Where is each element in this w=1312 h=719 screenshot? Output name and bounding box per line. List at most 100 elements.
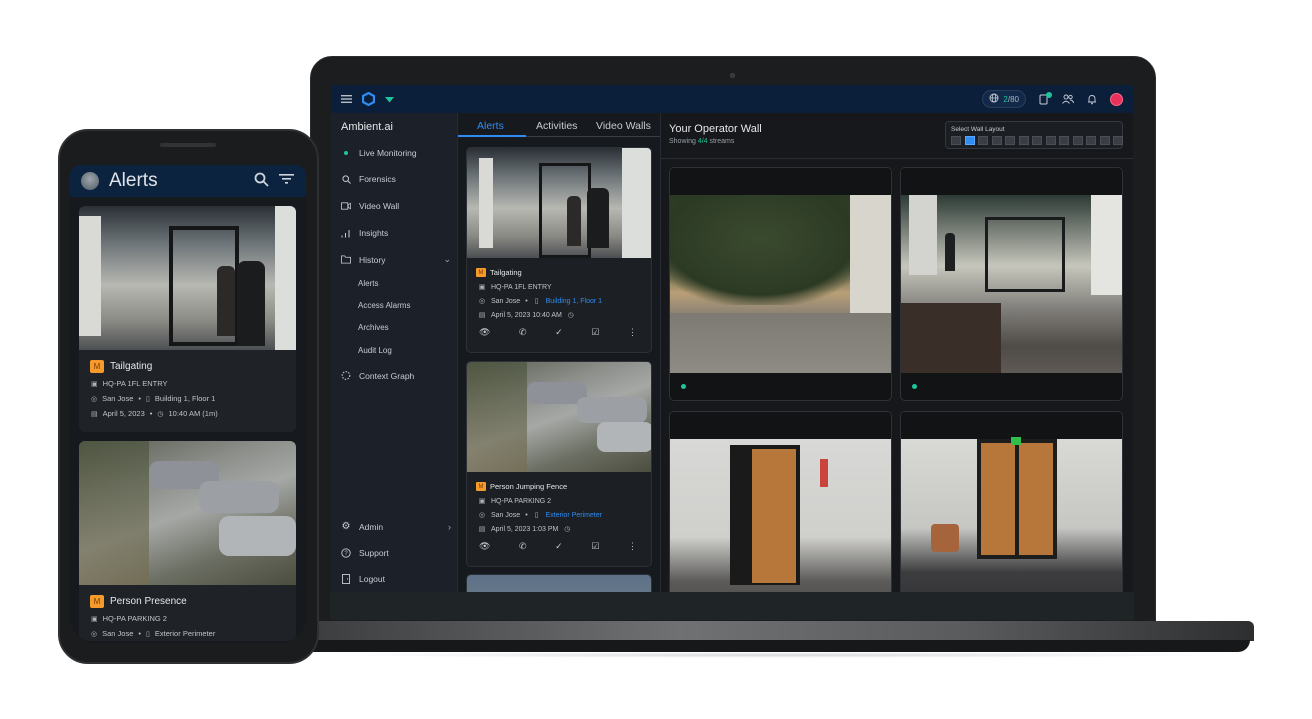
alert-thumbnail[interactable] [467, 575, 651, 592]
video-stream-tile[interactable] [900, 411, 1123, 592]
sidebar-item-label: Support [359, 548, 389, 558]
hexagon-logo-icon[interactable] [362, 92, 375, 106]
sidebar: Ambient.ai Live Monitoring Forensics Vid… [331, 113, 458, 592]
chevron-right-icon[interactable]: › [448, 522, 451, 532]
alert-thumbnail[interactable] [79, 206, 296, 350]
camera-icon: ▣ [91, 615, 98, 623]
alert-card[interactable]: M Tailgating ▣ HQ-PA 1FL ENTRY ◎ San Jose •… [466, 147, 652, 353]
wall-stream-count: Showing 4/4 streams [669, 138, 734, 145]
alert-card[interactable]: M Person Jumping Fence ▣ HQ-PA PARKING 2 … [466, 361, 652, 567]
check-icon[interactable]: ✓ [555, 541, 563, 552]
sidebar-item-admin[interactable]: ⚙ Admin › [341, 521, 451, 532]
stream-video[interactable] [670, 195, 891, 373]
tab-video-walls[interactable]: Video Walls [596, 120, 651, 136]
help-icon: ? [341, 548, 351, 558]
alert-thumbnail[interactable] [467, 362, 651, 472]
layout-option[interactable] [964, 136, 975, 145]
comment-icon[interactable]: ☑ [591, 541, 599, 552]
filter-icon[interactable] [279, 172, 294, 190]
layout-option[interactable] [1086, 136, 1096, 145]
video-stream-tile[interactable] [669, 411, 892, 592]
location-pin-icon: ◎ [91, 630, 98, 638]
users-icon[interactable] [1062, 94, 1074, 104]
alert-card[interactable] [466, 574, 652, 592]
phone-icon[interactable]: ✆ [519, 327, 527, 338]
tab-activities[interactable]: Activities [536, 120, 577, 136]
stream-header [901, 168, 1122, 195]
layout-option[interactable] [1072, 136, 1083, 145]
alert-site: San Jose [491, 297, 521, 305]
alert-thumbnail[interactable] [79, 441, 296, 585]
phone-speaker [160, 143, 216, 147]
laptop-base [296, 621, 1254, 641]
logout-icon [341, 574, 351, 584]
sidebar-subitem-access-alarms[interactable]: Access Alarms [358, 301, 410, 310]
sidebar-item-label: Live Monitoring [359, 148, 417, 158]
layout-option[interactable] [978, 136, 988, 145]
layout-option[interactable] [1045, 136, 1056, 145]
sidebar-item-video-wall[interactable]: Video Wall [341, 201, 451, 211]
sidebar-item-history[interactable]: History ⌄ [341, 254, 451, 265]
alert-site: San Jose [102, 394, 134, 403]
layout-option[interactable] [1005, 136, 1015, 145]
operator-wall: Your Operator Wall Showing 4/4 streams S… [661, 113, 1133, 592]
more-vertical-icon[interactable]: ⋮ [628, 541, 637, 552]
layout-option[interactable] [991, 136, 1002, 145]
sidebar-item-context-graph[interactable]: Context Graph [341, 370, 451, 381]
alert-location-link[interactable]: Building 1, Floor 1 [546, 298, 602, 305]
separator-dot: • [138, 394, 142, 403]
phone-icon[interactable]: ✆ [519, 541, 527, 552]
clock-icon: ◷ [564, 526, 571, 533]
sidebar-item-label: History [359, 254, 386, 265]
bell-icon[interactable] [1087, 94, 1097, 105]
mobile-alert-card[interactable]: M Tailgating ▣ HQ-PA 1FL ENTRY ◎ San Jose •… [79, 206, 296, 432]
stream-video[interactable] [670, 439, 891, 592]
check-icon[interactable]: ✓ [555, 327, 563, 338]
comment-icon[interactable]: ☑ [591, 327, 599, 338]
layout-option[interactable] [1032, 136, 1042, 145]
view-icon[interactable]: 👁 [479, 327, 490, 338]
more-vertical-icon[interactable]: ⋮ [628, 327, 637, 338]
active-tab-indicator [458, 135, 526, 137]
user-avatar[interactable] [1110, 92, 1123, 106]
sidebar-item-live-monitoring[interactable]: Live Monitoring [341, 148, 451, 158]
divider [661, 158, 1133, 159]
layout-label: Select Wall Layout [951, 126, 1005, 133]
layout-option[interactable] [1018, 136, 1029, 145]
sidebar-item-insights[interactable]: Insights [341, 228, 451, 238]
stream-header [670, 168, 891, 195]
stream-video[interactable] [901, 437, 1122, 592]
view-icon[interactable]: 👁 [479, 541, 490, 552]
user-avatar[interactable] [81, 172, 99, 190]
camera-count-pill[interactable]: 2/80 [982, 90, 1026, 108]
sidebar-item-logout[interactable]: Logout [341, 574, 451, 584]
video-stream-tile[interactable] [669, 167, 892, 401]
wall-title: Your Operator Wall [669, 123, 762, 135]
layout-option[interactable] [951, 136, 961, 145]
sidebar-subitem-archives[interactable]: Archives [358, 323, 389, 332]
globe-icon [989, 93, 999, 105]
building-icon: ▯ [146, 395, 150, 403]
layout-option[interactable] [1099, 136, 1110, 145]
tab-alerts[interactable]: Alerts [477, 120, 504, 136]
sidebar-item-label: Context Graph [359, 370, 415, 381]
sidebar-item-support[interactable]: ? Support [341, 548, 451, 558]
sidebar-item-forensics[interactable]: Forensics [341, 174, 451, 184]
video-stream-tile[interactable] [900, 167, 1123, 401]
stream-video[interactable] [901, 195, 1122, 373]
search-icon[interactable] [254, 172, 269, 190]
chevron-down-icon[interactable]: ⌄ [443, 254, 451, 265]
desktop-app: 2/80 Ambient.ai Live Monitoring Forensic… [331, 85, 1133, 592]
tablet-notification-icon[interactable] [1039, 92, 1052, 105]
mobile-alert-card[interactable]: M Person Presence ▣ HQ-PA PARKING 2 ◎ San … [79, 441, 296, 641]
sidebar-subitem-audit-log[interactable]: Audit Log [358, 346, 392, 355]
status-dot-icon [341, 151, 351, 155]
brand-name: Ambient.ai [341, 121, 393, 133]
alert-location-link[interactable]: Exterior Perimeter [546, 512, 602, 519]
layout-option[interactable] [1059, 136, 1069, 145]
sidebar-item-label: Video Wall [359, 201, 400, 211]
alert-thumbnail[interactable] [467, 148, 651, 258]
hamburger-icon[interactable] [341, 94, 352, 104]
sidebar-subitem-alerts[interactable]: Alerts [358, 279, 378, 288]
layout-option[interactable] [1113, 136, 1123, 145]
